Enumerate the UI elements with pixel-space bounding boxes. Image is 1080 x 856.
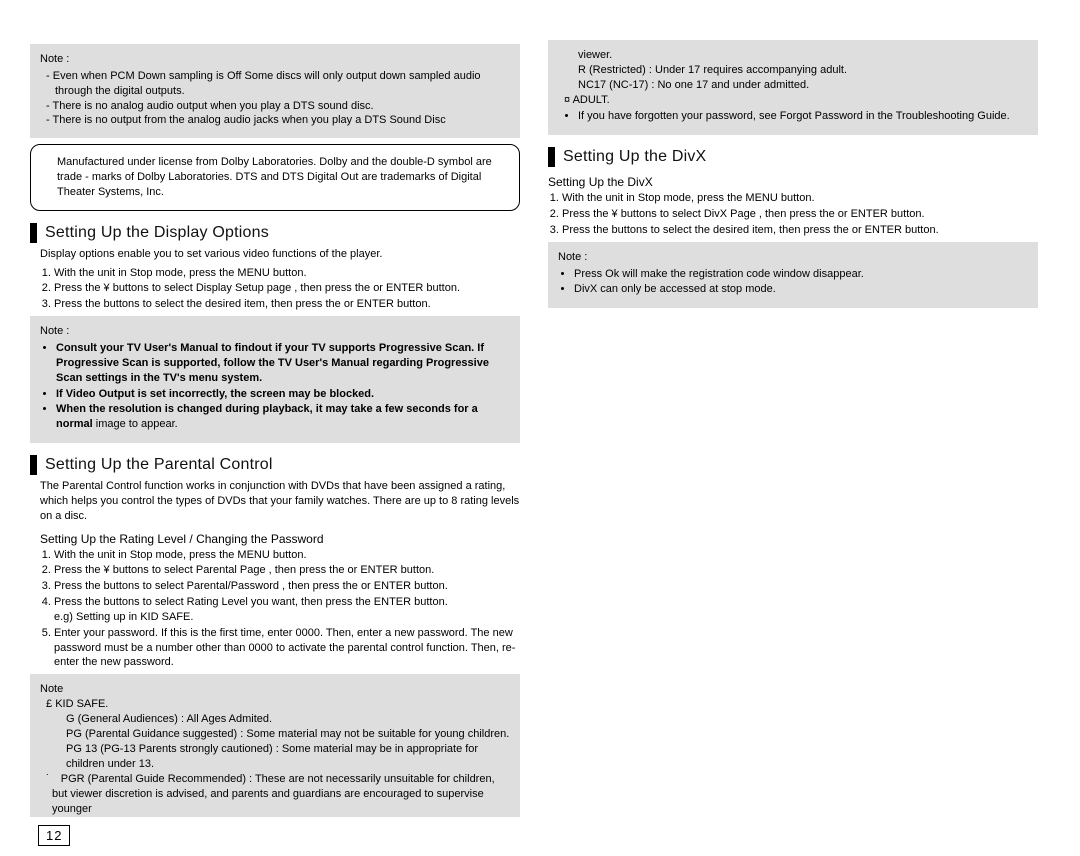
step-item: Press the buttons to select the desired …: [54, 297, 520, 312]
step-item: With the unit in Stop mode, press the ME…: [562, 191, 1038, 206]
right-column: viewer. R (Restricted) : Under 17 requir…: [548, 40, 1038, 846]
section-title: Setting Up the Parental Control: [45, 456, 273, 474]
divx-steps: With the unit in Stop mode, press the ME…: [548, 191, 1038, 238]
pcm-note-item: There is no analog audio output when you…: [46, 99, 510, 114]
header-bar-icon: [30, 455, 37, 475]
rating-line: ¤ ADULT.: [558, 93, 1028, 108]
rating-line: PG (Parental Guidance suggested) : Some …: [46, 727, 510, 742]
section-header-parental: Setting Up the Parental Control: [30, 455, 520, 475]
note-label: Note :: [558, 250, 1028, 265]
rating-line: G (General Audiences) : All Ages Admited…: [46, 712, 510, 727]
note-label: Note :: [40, 324, 510, 339]
rating-line: viewer.: [558, 48, 1028, 63]
rating-line: £ KID SAFE.: [46, 697, 510, 712]
license-text: Manufactured under license from Dolby La…: [57, 156, 492, 198]
rating-line: ˙ PGR (Parental Guide Recommended) : The…: [46, 772, 510, 817]
step-item: Press the ¥ buttons to select DivX Page …: [562, 207, 1038, 222]
display-note-box: Note : Consult your TV User's Manual to …: [30, 316, 520, 443]
rating-line: PG 13 (PG-13 Parents strongly cautioned)…: [46, 742, 510, 772]
section-title: Setting Up the Display Options: [45, 224, 269, 242]
step-item: Press the ¥ buttons to select Display Se…: [54, 281, 520, 296]
display-note-list: Consult your TV User's Manual to findout…: [40, 341, 510, 432]
page-number: 12: [38, 825, 70, 846]
rating-line: R (Restricted) : Under 17 requires accom…: [558, 63, 1028, 78]
forgot-password-item: If you have forgotten your password, see…: [578, 109, 1028, 124]
note-label: Note: [40, 682, 510, 697]
header-bar-icon: [548, 147, 555, 167]
ratings-note-box: Note £ KID SAFE. G (General Audiences) :…: [30, 674, 520, 817]
step-item: Press the ¥ buttons to select Parental P…: [54, 563, 520, 578]
pcm-note-box: Note : Even when PCM Down sampling is Of…: [30, 44, 520, 138]
note-item: DivX can only be accessed at stop mode.: [574, 282, 1028, 297]
step-item: Enter your password. If this is the firs…: [54, 626, 520, 671]
section-header-divx: Setting Up the DivX: [548, 147, 1038, 167]
step-item: Press the buttons to select Parental/Pas…: [54, 579, 520, 594]
parental-intro: The Parental Control function works in c…: [40, 479, 520, 524]
display-intro: Display options enable you to set variou…: [40, 247, 520, 262]
divx-note-box: Note : Press Ok will make the registrati…: [548, 242, 1038, 309]
parental-subheader: Setting Up the Rating Level / Changing t…: [40, 532, 520, 546]
step-item: With the unit in Stop mode, press the ME…: [54, 266, 520, 281]
note-item: Press Ok will make the registration code…: [574, 267, 1028, 282]
divx-subheader: Setting Up the DivX: [548, 175, 1038, 189]
step-item: With the unit in Stop mode, press the ME…: [54, 548, 520, 563]
note-item: When the resolution is changed during pl…: [56, 402, 510, 432]
divx-note-list: Press Ok will make the registration code…: [558, 267, 1028, 298]
ratings-continued-box: viewer. R (Restricted) : Under 17 requir…: [548, 40, 1038, 135]
rating-line: NC17 (NC-17) : No one 17 and under admit…: [558, 78, 1028, 93]
license-box: Manufactured under license from Dolby La…: [30, 144, 520, 211]
pcm-note-item: Even when PCM Down sampling is Off Some …: [46, 69, 510, 99]
parental-steps: With the unit in Stop mode, press the ME…: [40, 548, 520, 671]
step-item: Press the buttons to select the desired …: [562, 223, 1038, 238]
section-title: Setting Up the DivX: [563, 148, 706, 166]
note-label: Note :: [40, 52, 510, 67]
header-bar-icon: [30, 223, 37, 243]
pcm-note-list: Even when PCM Down sampling is Off Some …: [40, 69, 510, 128]
note-item: Consult your TV User's Manual to findout…: [56, 341, 510, 386]
note-item: If Video Output is set incorrectly, the …: [56, 387, 510, 402]
section-header-display: Setting Up the Display Options: [30, 223, 520, 243]
pcm-note-item: There is no output from the analog audio…: [46, 113, 510, 128]
left-column: Note : Even when PCM Down sampling is Of…: [30, 40, 520, 846]
display-steps: With the unit in Stop mode, press the ME…: [40, 266, 520, 313]
forgot-password-list: If you have forgotten your password, see…: [558, 109, 1028, 124]
step-item: Press the buttons to select Rating Level…: [54, 595, 520, 625]
